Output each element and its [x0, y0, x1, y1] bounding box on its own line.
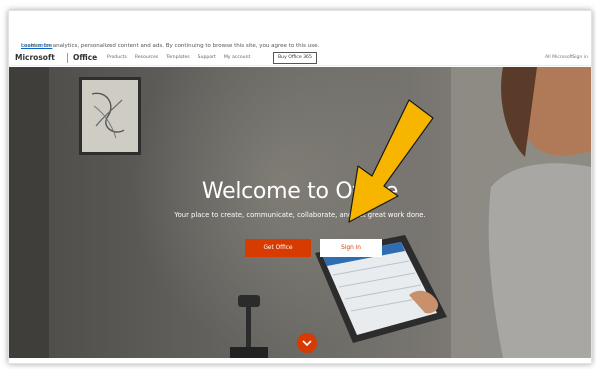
- hero-banner: Welcome to Office Your place to create, …: [9, 67, 591, 358]
- nav-item-my-account[interactable]: My account: [224, 55, 250, 60]
- hero-title: Welcome to Office: [201, 179, 399, 204]
- chevron-down-icon: [302, 339, 312, 346]
- scroll-down-button[interactable]: [297, 333, 317, 353]
- nav-item-resources[interactable]: Resources: [135, 55, 158, 60]
- nav-menu: Products Resources Templates Support My …: [107, 55, 250, 60]
- all-microsoft-menu[interactable]: All Microsoft: [545, 55, 573, 60]
- nav-divider: [67, 53, 68, 63]
- nav-item-support[interactable]: Support: [198, 55, 216, 60]
- browser-page: cookies for analytics, personalized cont…: [8, 10, 592, 364]
- nav-sign-in-link[interactable]: Sign in: [572, 55, 588, 60]
- learn-more-link[interactable]: Learn more: [21, 43, 52, 49]
- get-office-button[interactable]: Get Office: [245, 239, 311, 257]
- sketch-artwork-icon: [91, 92, 125, 139]
- office-logo[interactable]: Office: [73, 53, 97, 62]
- wall-picture-frame: [79, 77, 141, 155]
- microsoft-logo[interactable]: Microsoft: [15, 53, 55, 62]
- nav-item-products[interactable]: Products: [107, 55, 127, 60]
- cookie-banner: cookies for analytics, personalized cont…: [9, 37, 591, 49]
- sign-in-button[interactable]: Sign in: [320, 239, 382, 257]
- lamp-photo: [230, 295, 268, 358]
- cookie-banner-text: cookies for analytics, personalized cont…: [21, 43, 320, 49]
- top-navigation: Microsoft Office Products Resources Temp…: [9, 51, 591, 66]
- buy-office-button[interactable]: Buy Office 365: [273, 52, 317, 64]
- page-content-area: [9, 358, 591, 363]
- hero-subtitle: Your place to create, communicate, colla…: [174, 211, 426, 219]
- nav-item-templates[interactable]: Templates: [166, 55, 189, 60]
